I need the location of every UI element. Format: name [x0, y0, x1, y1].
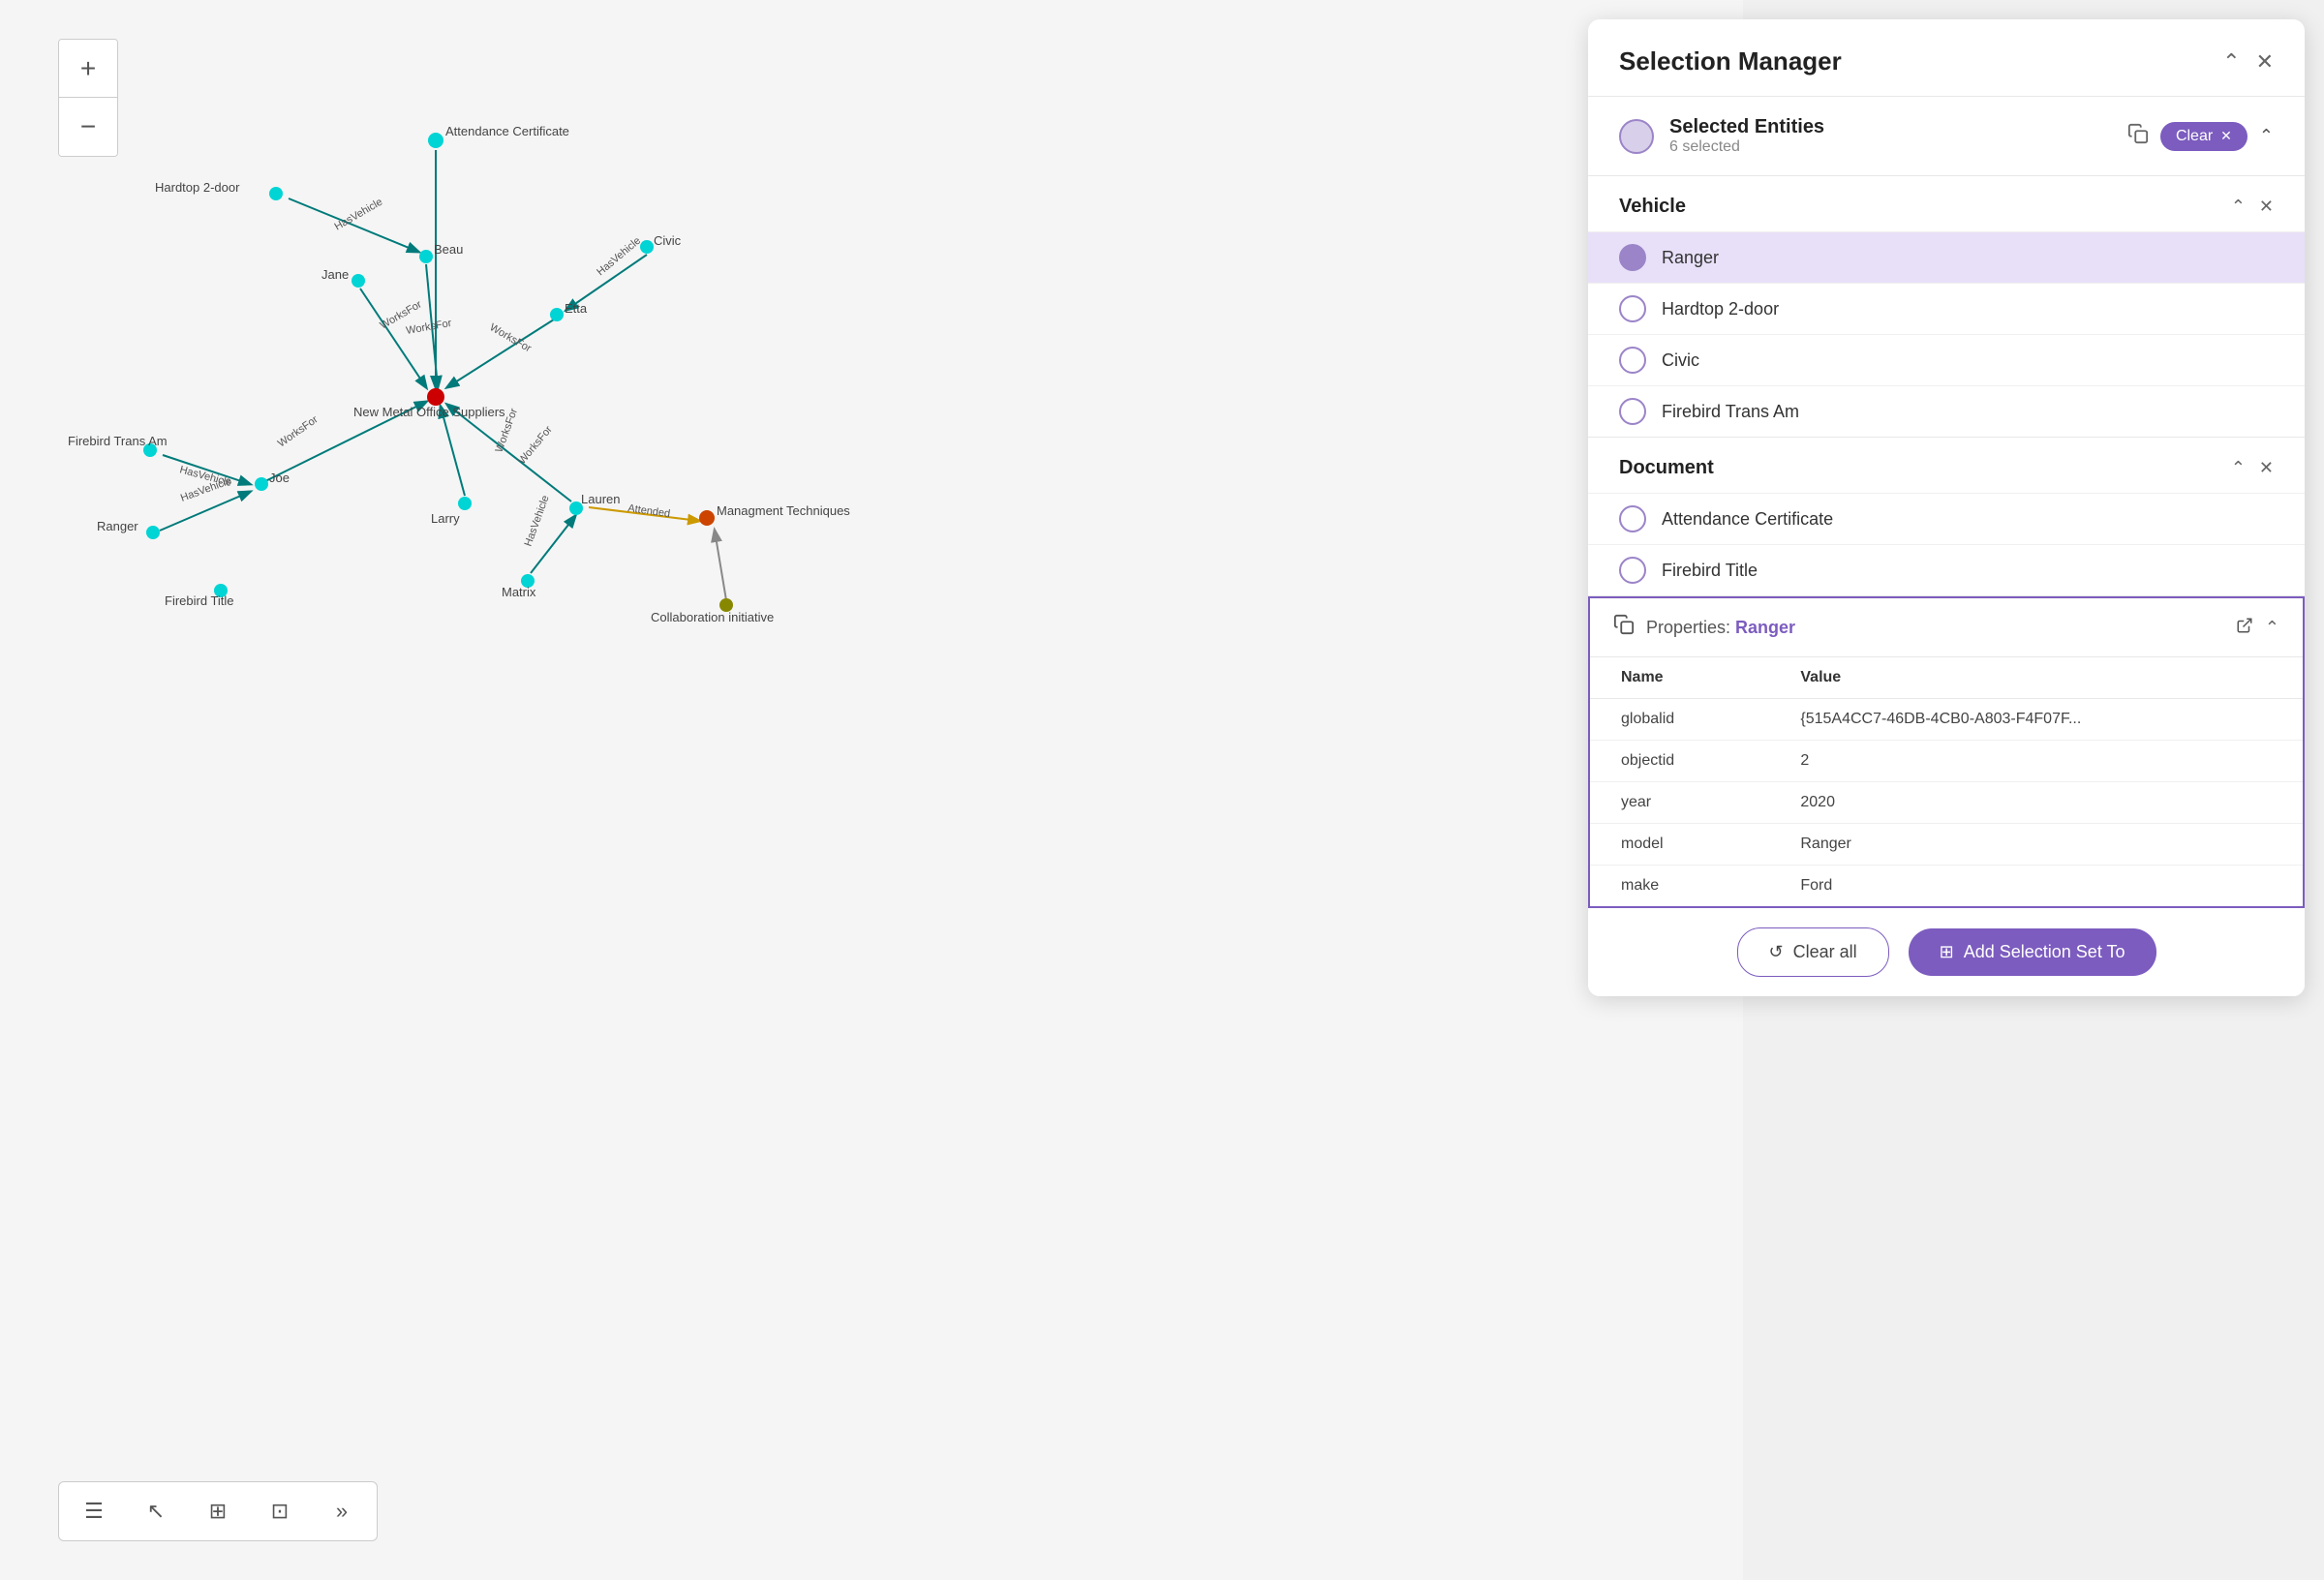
table-row: make Ford	[1590, 866, 2303, 907]
vehicle-item-firebird-trans[interactable]: Firebird Trans Am	[1588, 385, 2305, 437]
svg-text:Ranger: Ranger	[97, 519, 138, 533]
graph-svg: HasVehicle WorksFor WorksFor HasVehicle …	[0, 0, 1743, 1580]
lasso-select-icon[interactable]: ⊡	[260, 1492, 299, 1531]
document-name-attendance: Attendance Certificate	[1662, 509, 1833, 530]
svg-text:Hardtop 2-door: Hardtop 2-door	[155, 180, 240, 195]
vehicle-item-hardtop[interactable]: Hardtop 2-door	[1588, 283, 2305, 334]
properties-header: Properties: Ranger ⌃	[1590, 598, 2303, 657]
selected-entities-row: Selected Entities 6 selected Clear ✕ ⌃	[1588, 97, 2305, 176]
expand-icon[interactable]: »	[322, 1492, 361, 1531]
add-selection-icon: ⊞	[1940, 942, 1954, 962]
properties-tbody: globalid {515A4CC7-46DB-4CB0-A803-F4F07F…	[1590, 699, 2303, 907]
svg-text:Civic: Civic	[654, 233, 682, 248]
selected-entities-count: 6 selected	[1669, 138, 2112, 156]
selection-panel: Selection Manager ⌃ ✕ Selected Entities …	[1588, 19, 2305, 996]
document-item-firebird-title[interactable]: Firebird Title	[1588, 544, 2305, 595]
vehicle-dot-hardtop	[1619, 295, 1646, 322]
svg-text:HasVehicle: HasVehicle	[595, 235, 643, 279]
document-section: Document ⌃ ✕ Attendance Certificate Fire…	[1588, 438, 2305, 596]
graph-canvas[interactable]: + −	[0, 0, 1743, 1580]
svg-text:Joe: Joe	[269, 471, 290, 485]
svg-text:Attended: Attended	[627, 502, 671, 520]
document-close-button[interactable]: ✕	[2259, 458, 2274, 478]
add-selection-button[interactable]: ⊞ Add Selection Set To	[1909, 928, 2156, 976]
svg-text:Beau: Beau	[434, 242, 463, 257]
properties-title: Properties: Ranger	[1646, 618, 2224, 638]
svg-text:Collaboration initiative: Collaboration initiative	[651, 610, 774, 624]
copy-entities-button[interactable]	[2127, 123, 2149, 150]
vehicle-name-ranger: Ranger	[1662, 248, 1719, 268]
svg-text:Matrix: Matrix	[502, 585, 536, 599]
svg-text:Firebird Title: Firebird Title	[165, 593, 234, 608]
document-dot-firebird-title	[1619, 557, 1646, 584]
panel-footer: ↺ Clear all ⊞ Add Selection Set To	[1588, 908, 2305, 996]
panel-title: Selection Manager	[1619, 46, 1842, 76]
list-icon[interactable]: ☰	[75, 1492, 113, 1531]
document-section-header: Document ⌃ ✕	[1588, 438, 2305, 493]
selected-entities-info: Selected Entities 6 selected	[1669, 116, 2112, 156]
svg-text:WorksFor: WorksFor	[516, 424, 555, 467]
panel-header: Selection Manager ⌃ ✕	[1588, 19, 2305, 97]
document-name-firebird-title: Firebird Title	[1662, 561, 1758, 581]
vehicle-close-button[interactable]: ✕	[2259, 197, 2274, 217]
vehicle-item-civic[interactable]: Civic	[1588, 334, 2305, 385]
document-collapse-button[interactable]: ⌃	[2231, 458, 2246, 478]
vehicle-name-firebird-trans: Firebird Trans Am	[1662, 402, 1799, 422]
document-section-title: Document	[1619, 457, 1714, 479]
close-panel-button[interactable]: ✕	[2256, 49, 2274, 75]
clear-all-button[interactable]: ↺ Clear all	[1737, 927, 1889, 977]
svg-text:Jane: Jane	[321, 267, 349, 282]
rectangle-select-icon[interactable]: ⊞	[199, 1492, 237, 1531]
vehicle-dot-ranger	[1619, 244, 1646, 271]
collapse-panel-button[interactable]: ⌃	[2222, 49, 2240, 75]
table-row: model Ranger	[1590, 824, 2303, 866]
vehicle-section-header: Vehicle ⌃ ✕	[1588, 176, 2305, 231]
select-icon[interactable]: ↖	[137, 1492, 175, 1531]
svg-text:Managment Techniques: Managment Techniques	[717, 503, 850, 518]
table-row: year 2020	[1590, 782, 2303, 824]
collapse-entities-button[interactable]: ⌃	[2259, 126, 2274, 146]
svg-text:Larry: Larry	[431, 511, 460, 526]
properties-external-link-button[interactable]	[2236, 617, 2253, 639]
vehicle-section-title: Vehicle	[1619, 196, 1686, 218]
properties-icon	[1613, 614, 1635, 641]
entity-type-icon	[1619, 119, 1654, 154]
svg-text:WorksFor: WorksFor	[488, 321, 534, 354]
document-item-attendance[interactable]: Attendance Certificate	[1588, 493, 2305, 544]
selected-entities-title: Selected Entities	[1669, 116, 2112, 138]
vehicle-item-ranger[interactable]: Ranger	[1588, 231, 2305, 283]
vehicle-collapse-button[interactable]: ⌃	[2231, 197, 2246, 217]
svg-text:Etta: Etta	[565, 301, 588, 316]
table-row: globalid {515A4CC7-46DB-4CB0-A803-F4F07F…	[1590, 699, 2303, 741]
vehicle-name-civic: Civic	[1662, 350, 1699, 371]
prop-name-header: Name	[1590, 657, 1769, 699]
properties-collapse-button[interactable]: ⌃	[2265, 618, 2279, 638]
properties-table: Name Value globalid {515A4CC7-46DB-4CB0-…	[1590, 657, 2303, 906]
prop-value-header: Value	[1769, 657, 2303, 699]
vehicle-section: Vehicle ⌃ ✕ Ranger Hardtop 2-door Civic …	[1588, 176, 2305, 438]
svg-text:WorksFor: WorksFor	[276, 413, 321, 449]
bottom-toolbar: ☰ ↖ ⊞ ⊡ »	[58, 1481, 378, 1541]
svg-text:Lauren: Lauren	[581, 492, 620, 506]
vehicle-dot-firebird-trans	[1619, 398, 1646, 425]
clear-selected-button[interactable]: Clear ✕	[2160, 122, 2248, 151]
vehicle-dot-civic	[1619, 347, 1646, 374]
table-row: objectid 2	[1590, 741, 2303, 782]
svg-text:Attendance Certificate: Attendance Certificate	[445, 124, 569, 138]
vehicle-name-hardtop: Hardtop 2-door	[1662, 299, 1779, 319]
svg-text:HasVehicle: HasVehicle	[523, 494, 552, 548]
refresh-icon: ↺	[1769, 942, 1784, 962]
document-dot-attendance	[1619, 505, 1646, 532]
svg-text:New Metal Office Suppliers: New Metal Office Suppliers	[353, 405, 505, 419]
svg-text:Firebird Trans Am: Firebird Trans Am	[68, 434, 168, 448]
svg-text:WorksFor: WorksFor	[405, 318, 452, 337]
properties-section: Properties: Ranger ⌃ Name Value	[1588, 596, 2305, 908]
